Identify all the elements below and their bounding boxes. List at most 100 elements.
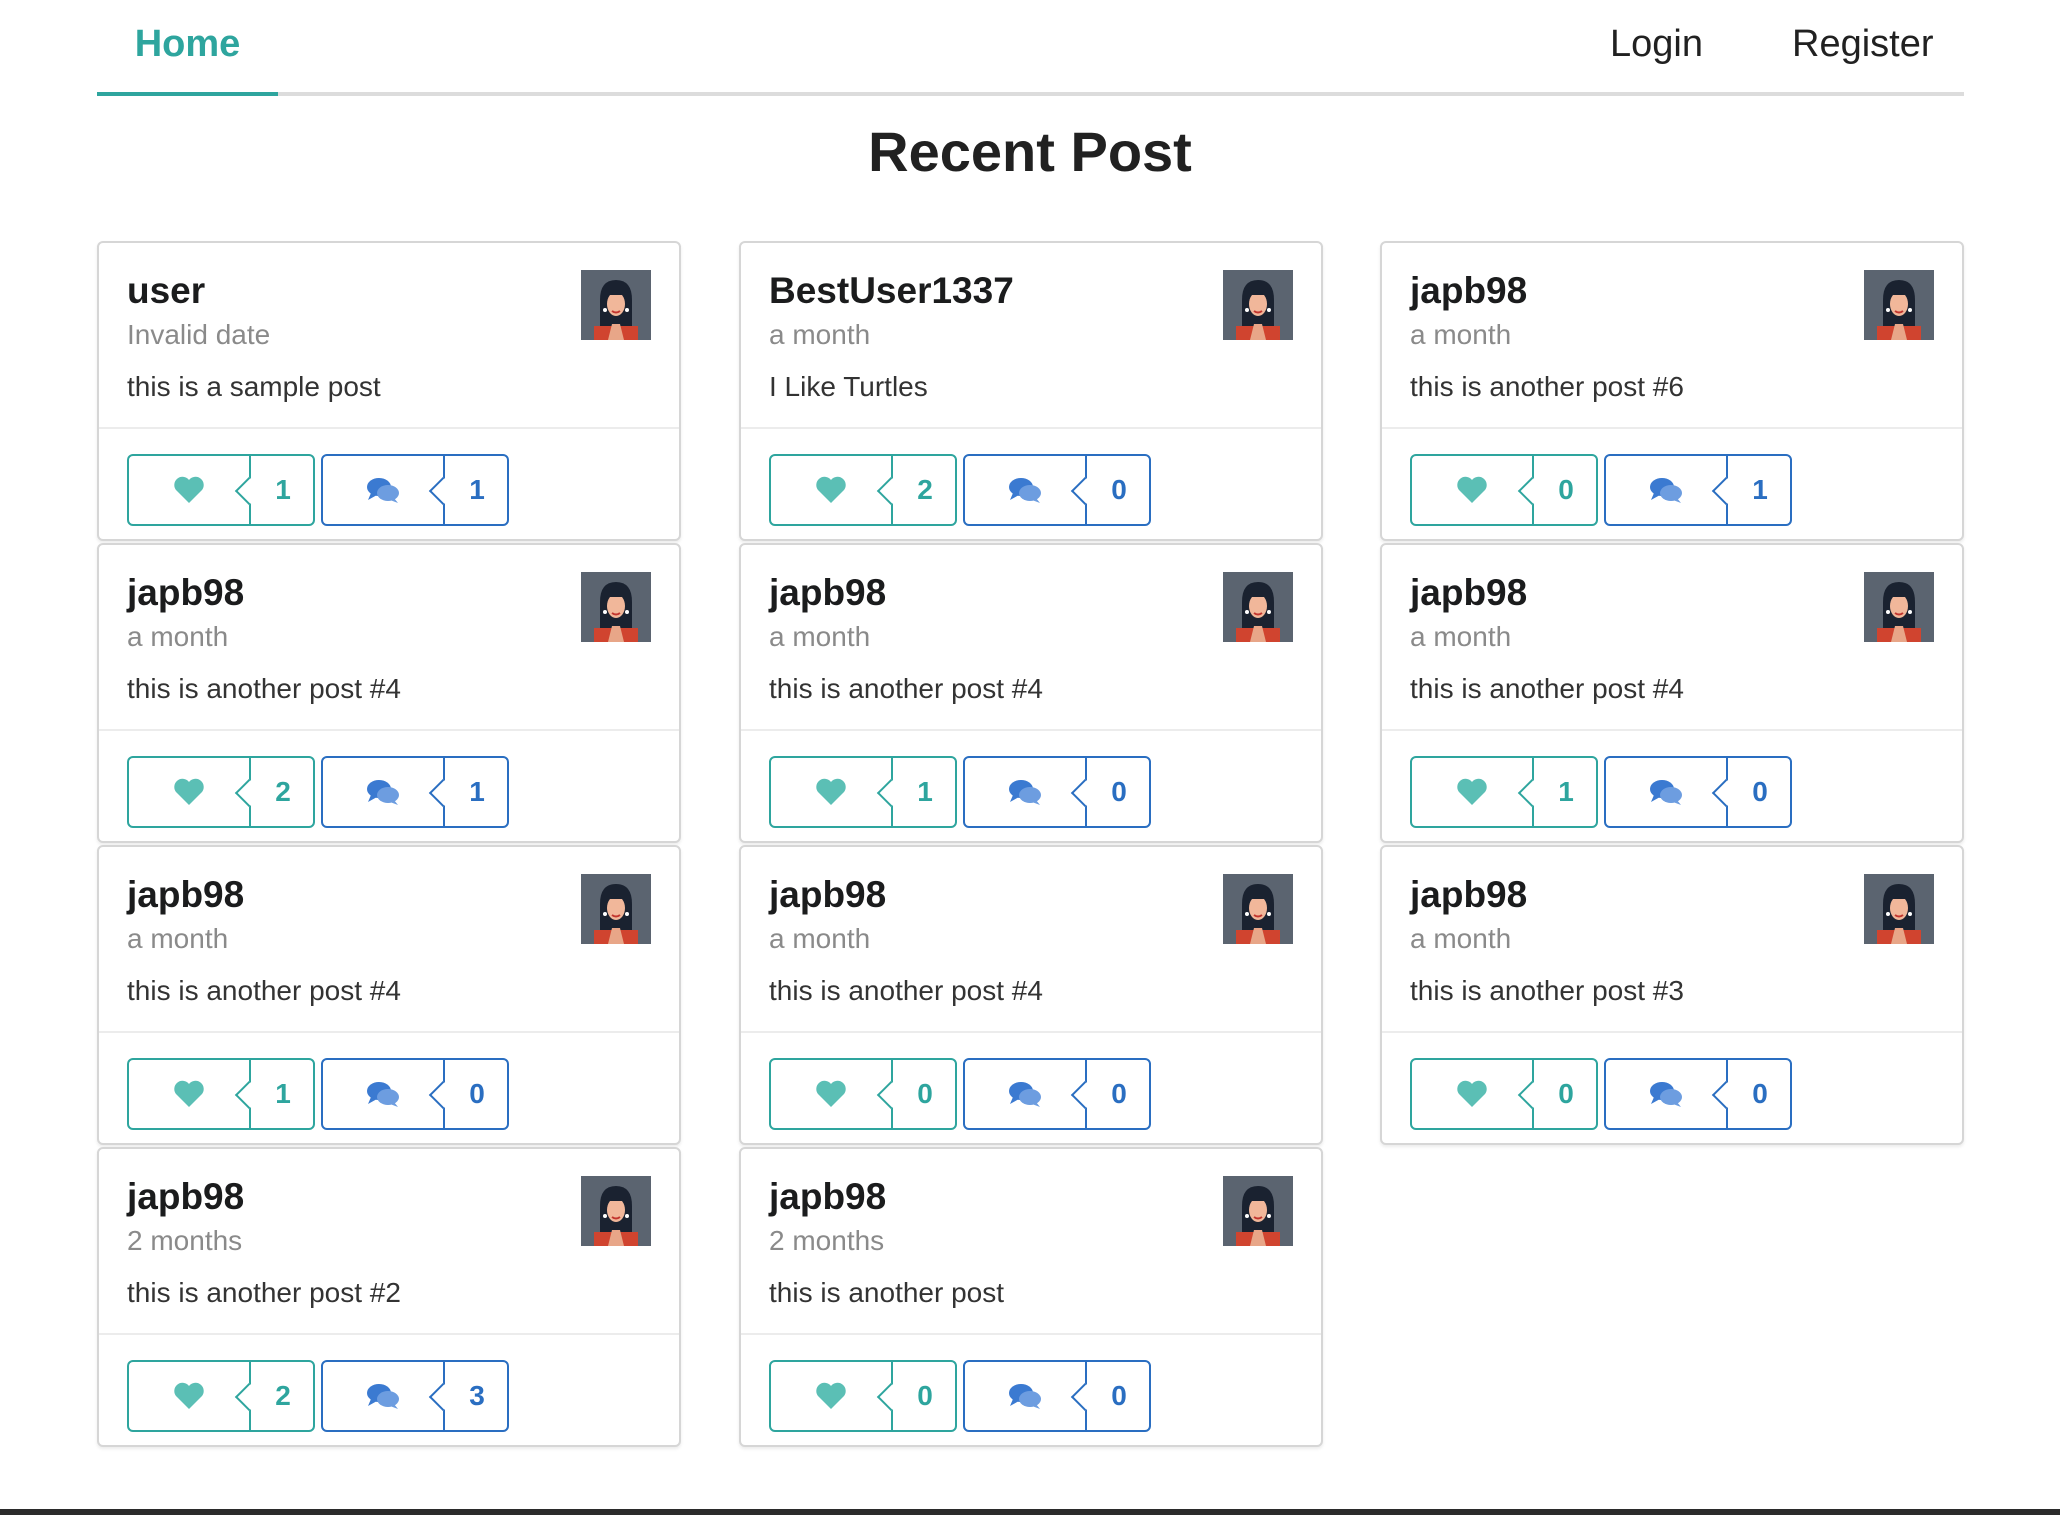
comments-icon	[965, 456, 1085, 524]
post-time[interactable]: a month	[1410, 617, 1934, 657]
like-count: 2	[275, 776, 291, 807]
comment-button[interactable]: 0	[963, 1360, 1151, 1432]
post-card[interactable]: japb98 2 months this is another post #2 …	[97, 1147, 681, 1447]
post-content: japb98 a month this is another post #4	[741, 847, 1321, 1033]
post-username[interactable]: japb98	[1410, 269, 1934, 313]
heart-icon	[129, 1060, 249, 1128]
post-card[interactable]: japb98 a month this is another post #4 1…	[1380, 543, 1964, 843]
comments-icon	[323, 1362, 443, 1430]
post-time[interactable]: a month	[769, 617, 1293, 657]
post-body: this is another post #3	[1410, 975, 1684, 1006]
comment-button[interactable]: 0	[1604, 756, 1792, 828]
post-time[interactable]: 2 months	[127, 1221, 651, 1261]
post-content: japb98 a month this is another post #3	[1382, 847, 1962, 1033]
nav-register-link[interactable]: Register	[1792, 0, 1934, 92]
user-avatar	[581, 572, 651, 642]
user-avatar	[1864, 270, 1934, 340]
like-button[interactable]: 2	[127, 1360, 315, 1432]
post-time[interactable]: a month	[769, 919, 1293, 959]
post-time[interactable]: 2 months	[769, 1221, 1293, 1261]
nav-login-link[interactable]: Login	[1610, 0, 1703, 92]
post-username[interactable]: japb98	[127, 873, 651, 917]
comment-button[interactable]: 3	[321, 1360, 509, 1432]
post-card[interactable]: japb98 a month this is another post #3 0…	[1380, 845, 1964, 1145]
post-username[interactable]: user	[127, 269, 651, 313]
like-count: 0	[917, 1078, 933, 1109]
post-username[interactable]: BestUser1337	[769, 269, 1293, 313]
comment-count: 1	[469, 474, 485, 505]
post-body: this is another post	[769, 1277, 1005, 1308]
post-time[interactable]: Invalid date	[127, 315, 651, 355]
post-username[interactable]: japb98	[127, 571, 651, 615]
post-card[interactable]: japb98 2 months this is another post 0 0	[739, 1147, 1323, 1447]
comment-count: 1	[469, 776, 485, 807]
post-card[interactable]: japb98 a month this is another post #4 2…	[97, 543, 681, 843]
post-time[interactable]: a month	[127, 919, 651, 959]
like-button[interactable]: 0	[769, 1058, 957, 1130]
post-card[interactable]: japb98 a month this is another post #4 1…	[97, 845, 681, 1145]
user-avatar	[1864, 874, 1934, 944]
post-username[interactable]: japb98	[1410, 873, 1934, 917]
comment-button[interactable]: 0	[963, 1058, 1151, 1130]
comment-count: 1	[1752, 474, 1768, 505]
post-body: this is a sample post	[127, 371, 381, 402]
comment-button[interactable]: 0	[321, 1058, 509, 1130]
like-button[interactable]: 2	[769, 454, 957, 526]
post-time[interactable]: a month	[127, 617, 651, 657]
post-content: japb98 a month this is another post #4	[741, 545, 1321, 731]
page-title: Recent Post	[868, 120, 1192, 183]
post-username[interactable]: japb98	[127, 1175, 651, 1219]
like-count: 1	[275, 1078, 291, 1109]
post-card[interactable]: BestUser1337 a month I Like Turtles 2 0	[739, 241, 1323, 541]
post-card[interactable]: japb98 a month this is another post #4 1…	[739, 543, 1323, 843]
like-button[interactable]: 1	[769, 756, 957, 828]
like-button[interactable]: 2	[127, 756, 315, 828]
comment-button[interactable]: 0	[963, 454, 1151, 526]
like-button[interactable]: 0	[1410, 1058, 1598, 1130]
post-time[interactable]: a month	[1410, 315, 1934, 355]
comments-icon	[1606, 456, 1726, 524]
comment-button[interactable]: 0	[963, 756, 1151, 828]
like-button[interactable]: 0	[1410, 454, 1598, 526]
nav-home-link[interactable]: Home	[97, 0, 278, 96]
heart-icon	[129, 456, 249, 524]
post-card[interactable]: japb98 a month this is another post #6 0…	[1380, 241, 1964, 541]
user-avatar	[1223, 270, 1293, 340]
heart-icon	[129, 758, 249, 826]
user-avatar	[1223, 874, 1293, 944]
post-content: japb98 2 months this is another post	[741, 1149, 1321, 1335]
comment-button[interactable]: 1	[321, 454, 509, 526]
post-content: japb98 a month this is another post #4	[99, 545, 679, 731]
comments-icon	[323, 758, 443, 826]
comment-count: 0	[1752, 776, 1768, 807]
comment-button[interactable]: 1	[321, 756, 509, 828]
post-card[interactable]: japb98 a month this is another post #4 0…	[739, 845, 1323, 1145]
like-button[interactable]: 1	[1410, 756, 1598, 828]
comment-button[interactable]: 1	[1604, 454, 1792, 526]
like-button[interactable]: 1	[127, 1058, 315, 1130]
like-count: 1	[917, 776, 933, 807]
like-button[interactable]: 0	[769, 1360, 957, 1432]
heart-icon	[771, 1362, 891, 1430]
comment-count: 0	[1111, 1078, 1127, 1109]
post-username[interactable]: japb98	[1410, 571, 1934, 615]
user-avatar	[1223, 572, 1293, 642]
post-card[interactable]: user Invalid date this is a sample post …	[97, 241, 681, 541]
post-time[interactable]: a month	[769, 315, 1293, 355]
post-username[interactable]: japb98	[769, 1175, 1293, 1219]
comment-button[interactable]: 0	[1604, 1058, 1792, 1130]
like-count: 2	[275, 1380, 291, 1411]
like-button[interactable]: 1	[127, 454, 315, 526]
post-username[interactable]: japb98	[769, 571, 1293, 615]
like-count: 1	[275, 474, 291, 505]
heart-icon	[1412, 456, 1532, 524]
post-content: japb98 a month this is another post #4	[1382, 545, 1962, 731]
user-avatar	[581, 270, 651, 340]
like-count: 2	[917, 474, 933, 505]
post-username[interactable]: japb98	[769, 873, 1293, 917]
post-time[interactable]: a month	[1410, 919, 1934, 959]
comments-icon	[323, 456, 443, 524]
comments-icon	[965, 1362, 1085, 1430]
comments-icon	[1606, 1060, 1726, 1128]
post-content: BestUser1337 a month I Like Turtles	[741, 243, 1321, 429]
